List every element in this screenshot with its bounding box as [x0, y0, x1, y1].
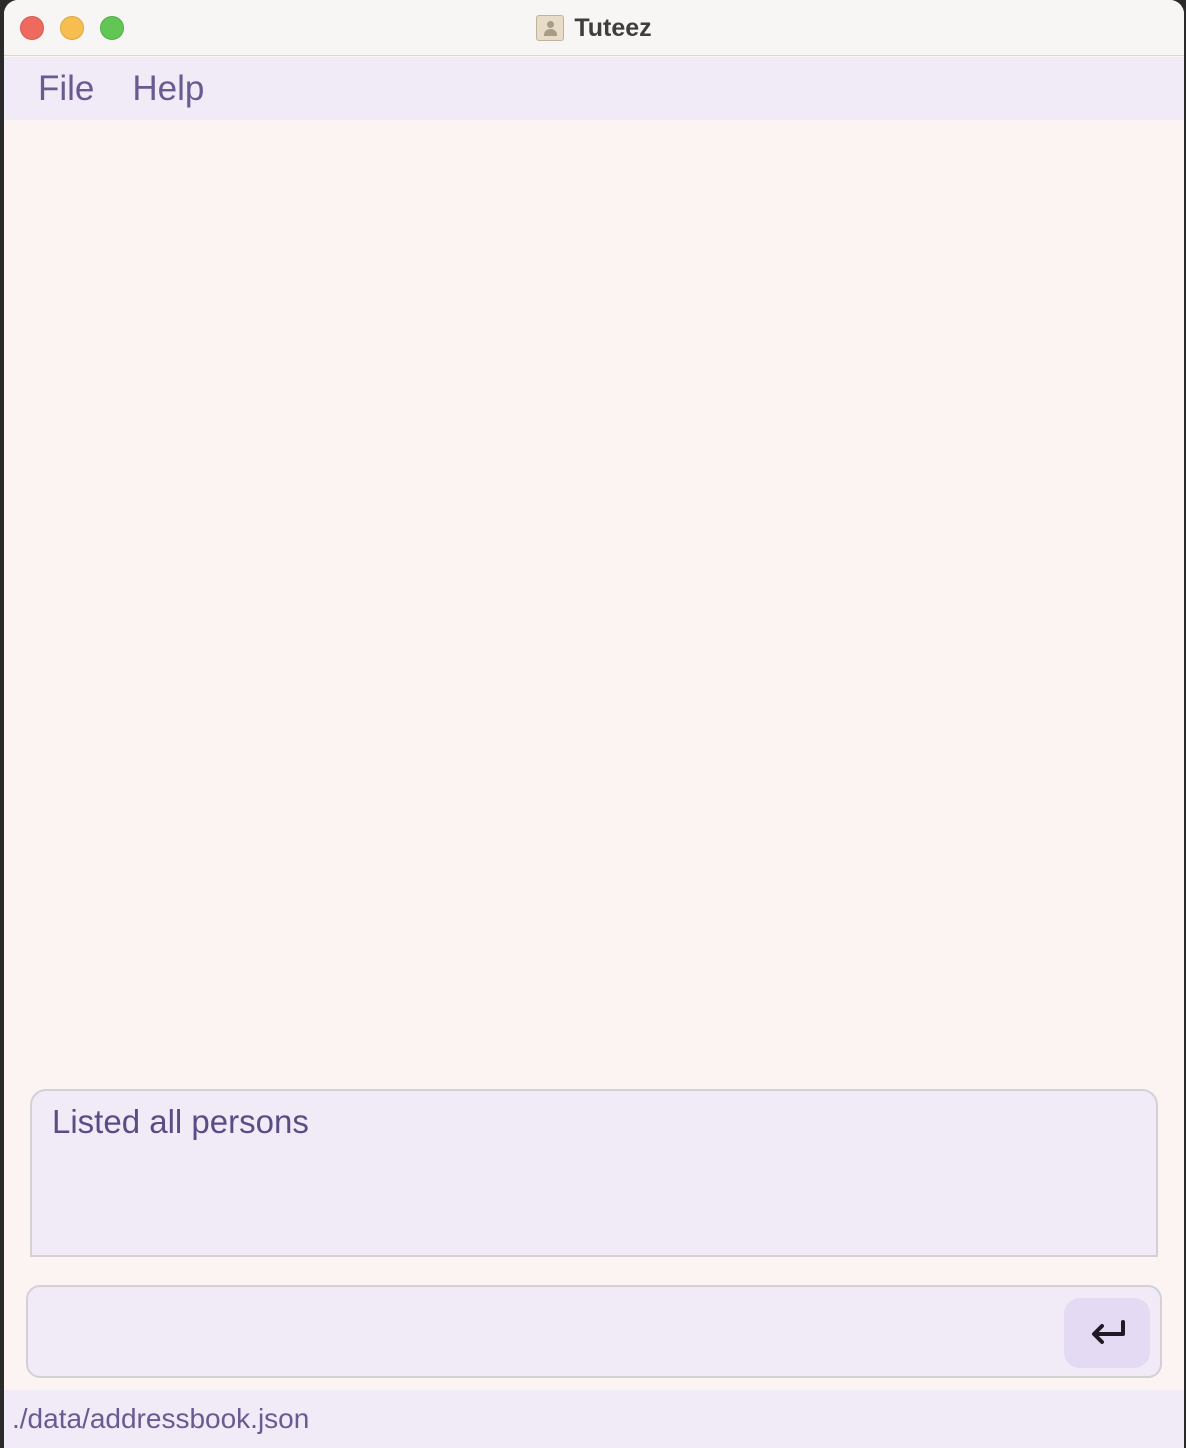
result-display: Listed all persons — [30, 1089, 1158, 1257]
window-title-group: Tuteez — [4, 10, 1184, 46]
person-list-panel[interactable] — [4, 120, 1184, 1080]
command-input[interactable] — [42, 1299, 1056, 1367]
command-box — [26, 1285, 1162, 1378]
result-message: Listed all persons — [52, 1103, 309, 1140]
menu-help[interactable]: Help — [132, 69, 204, 109]
app-window: Tuteez File Help Listed all persons ./da… — [4, 0, 1184, 1448]
window-title: Tuteez — [574, 13, 652, 42]
save-location-text: ./data/addressbook.json — [12, 1403, 310, 1434]
menu-bar: File Help — [4, 57, 1184, 120]
menu-file[interactable]: File — [38, 69, 94, 109]
title-bar: Tuteez — [4, 0, 1184, 56]
enter-return-icon — [1092, 1320, 1125, 1344]
submit-command-button[interactable] — [1064, 1298, 1150, 1368]
status-bar: ./data/addressbook.json — [4, 1390, 1184, 1448]
address-book-icon — [536, 15, 565, 41]
